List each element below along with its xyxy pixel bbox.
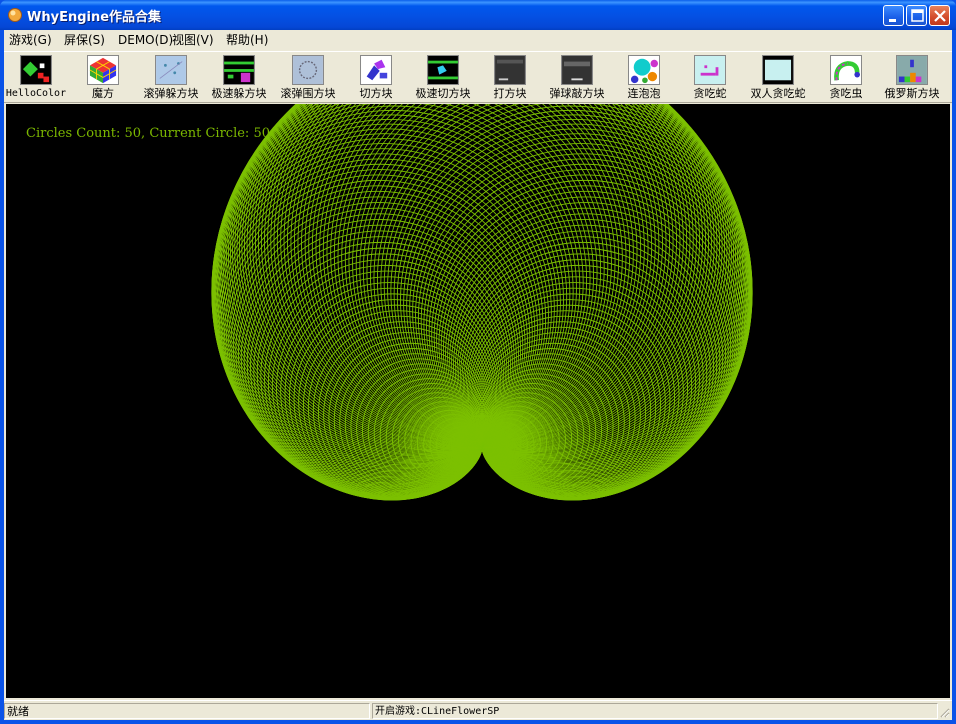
worm-icon [830, 55, 862, 85]
tool-label: 魔方 [92, 87, 114, 100]
line-flower-drawing [211, 104, 753, 501]
app-window: WhyEngine作品合集 游戏(G) 屏保(S) DEMO(D) 视图(V) … [0, 0, 956, 724]
window-title: WhyEngine作品合集 [27, 10, 162, 25]
status-bar: 就绪 开启游戏:CLineFlowerSP [4, 700, 952, 720]
app-icon [8, 8, 22, 22]
status-ready: 就绪 [4, 703, 370, 719]
title-bar[interactable]: WhyEngine作品合集 [0, 0, 956, 30]
maximize-button[interactable] [906, 5, 927, 26]
tool-bubble[interactable]: 连泡泡 [612, 54, 676, 102]
tool-label: 双人贪吃蛇 [750, 87, 806, 100]
tool-speed-cut[interactable]: 极速切方块 [410, 54, 476, 102]
tool-label: 极速切方块 [415, 87, 471, 100]
rubiks-cube-icon [87, 55, 119, 85]
flower-circles [211, 104, 753, 501]
circles-count-text: Circles Count: 50, Current Circle: 50 [26, 126, 270, 141]
tool-pinball-block[interactable]: 弹球敲方块 [544, 54, 610, 102]
tool-label: 贪吃蛇 [693, 87, 727, 100]
tool-label: 滚弹围方块 [280, 87, 336, 100]
bounce-dodge-icon [155, 55, 187, 85]
tool-label: 滚弹躲方块 [143, 87, 199, 100]
pinball-block-icon [561, 55, 593, 85]
tool-bounce-dodge[interactable]: 滚弹躲方块 [138, 54, 204, 102]
snake-icon [694, 55, 726, 85]
hellocolor-icon [20, 55, 52, 85]
menu-bar: 游戏(G) 屏保(S) DEMO(D) 视图(V) 帮助(H) [4, 30, 952, 50]
speed-cut-icon [427, 55, 459, 85]
toolbar: HelloColor 魔方 滚弹躲方块 极速躲方块 滚弹围方块 切方块 极速切方… [4, 51, 952, 103]
two-player-snake-icon [762, 55, 794, 85]
status-game: 开启游戏:CLineFlowerSP [372, 703, 938, 719]
tool-hellocolor[interactable]: HelloColor [4, 54, 68, 102]
menu-help[interactable]: 帮助(H) [224, 32, 270, 48]
tool-label: 连泡泡 [627, 87, 661, 100]
menu-view[interactable]: 视图(V) [170, 32, 216, 48]
tool-label: 弹球敲方块 [549, 87, 605, 100]
speed-dodge-icon [223, 55, 255, 85]
tool-speed-dodge[interactable]: 极速躲方块 [206, 54, 272, 102]
hit-block-icon [494, 55, 526, 85]
close-button[interactable] [929, 5, 950, 26]
tool-hit-block[interactable]: 打方块 [478, 54, 542, 102]
bounce-surround-icon [292, 55, 324, 85]
menu-game[interactable]: 游戏(G) [7, 32, 54, 48]
tool-label: 贪吃虫 [829, 87, 863, 100]
maximize-icon [911, 9, 924, 22]
cut-block-icon [360, 55, 392, 85]
menu-demo[interactable]: DEMO(D) [116, 32, 175, 48]
close-icon [934, 10, 946, 22]
tool-label: 切方块 [359, 87, 393, 100]
tool-two-player-snake[interactable]: 双人贪吃蛇 [744, 54, 812, 102]
client-area: 游戏(G) 屏保(S) DEMO(D) 视图(V) 帮助(H) HelloCol… [4, 30, 952, 720]
tetris-icon [896, 55, 928, 85]
tool-bounce-surround[interactable]: 滚弹围方块 [274, 54, 342, 102]
game-canvas[interactable]: Circles Count: 50, Current Circle: 50 [6, 104, 950, 698]
minimize-icon [889, 19, 896, 22]
tool-label: HelloColor [5, 88, 67, 99]
tool-label: 俄罗斯方块 [884, 87, 940, 100]
tool-cut-block[interactable]: 切方块 [344, 54, 408, 102]
tool-label: 极速躲方块 [211, 87, 267, 100]
bubble-icon [628, 55, 660, 85]
menu-screensaver[interactable]: 屏保(S) [62, 32, 107, 48]
tool-tetris[interactable]: 俄罗斯方块 [878, 54, 946, 102]
minimize-button[interactable] [883, 5, 904, 26]
tool-worm[interactable]: 贪吃虫 [814, 54, 878, 102]
tool-rubiks-cube[interactable]: 魔方 [70, 54, 136, 102]
tool-label: 打方块 [493, 87, 527, 100]
resize-grip-icon[interactable] [938, 706, 950, 718]
tool-snake[interactable]: 贪吃蛇 [678, 54, 742, 102]
